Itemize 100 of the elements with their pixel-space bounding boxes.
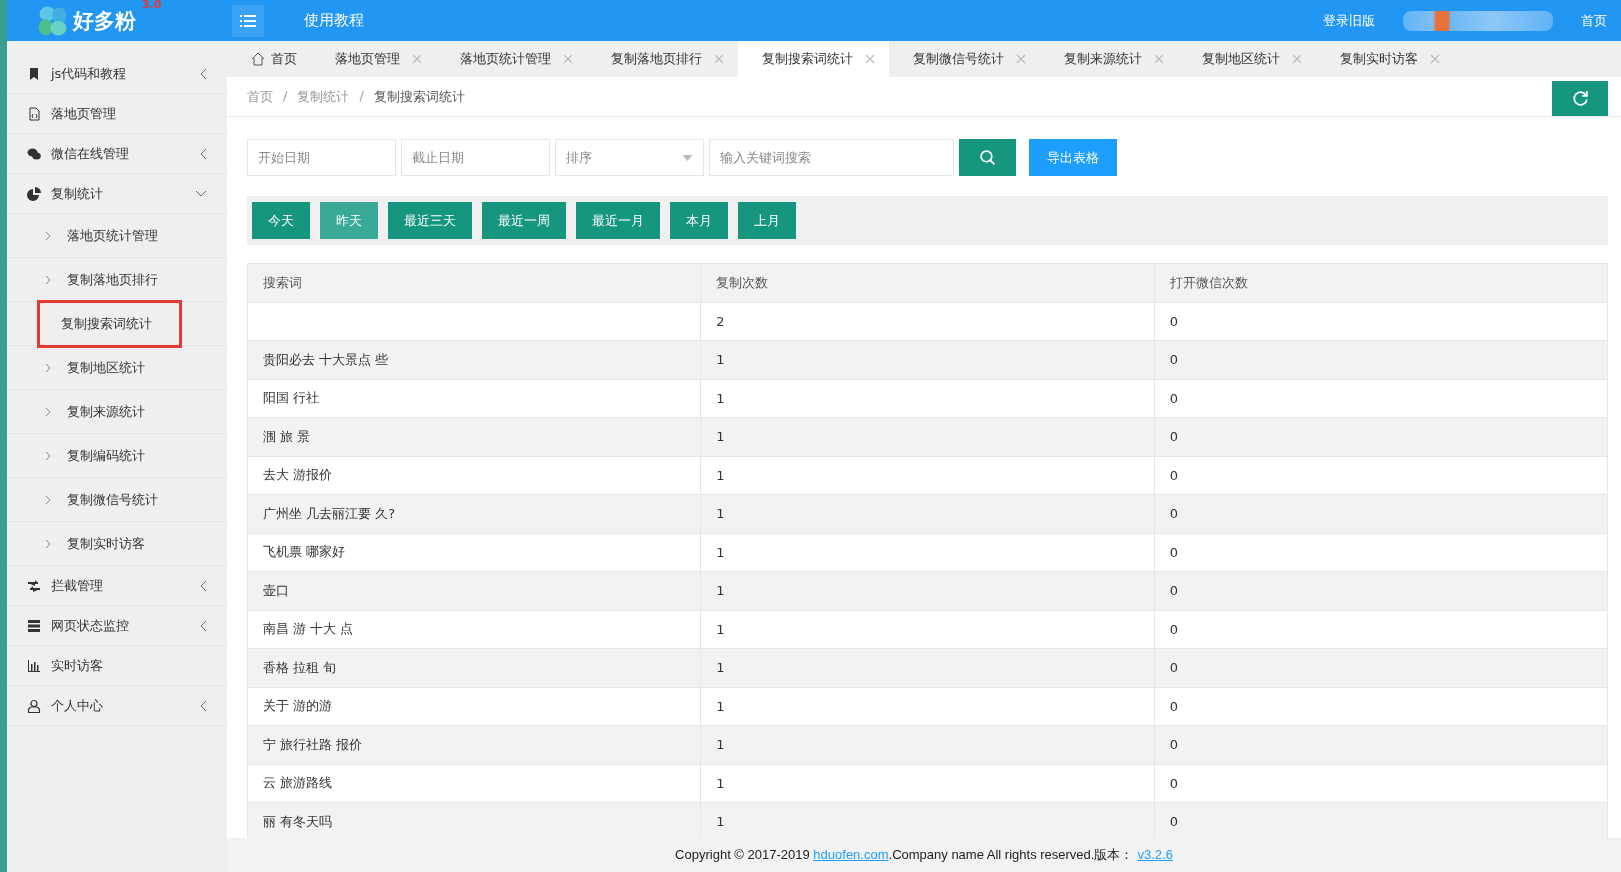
table-cell: 2 [700, 302, 1155, 341]
table-cell: 0 [1154, 764, 1608, 803]
table-cell: 1 [700, 648, 1155, 687]
tab[interactable]: 落地页统计管理 [436, 41, 587, 77]
chevron-right-icon [45, 362, 51, 373]
table-cell: 0 [1154, 494, 1608, 533]
home-icon [251, 52, 265, 66]
table-cell: 去大 游报价 [247, 456, 701, 495]
sidebar-subitem[interactable]: 复制地区统计 [37, 345, 155, 390]
table-cell: 1 [700, 456, 1155, 495]
table-cell: 1 [700, 571, 1155, 610]
column-header: 打开微信次数 [1154, 263, 1608, 302]
tab[interactable]: 落地页管理 [311, 41, 436, 77]
search-button[interactable] [959, 139, 1016, 176]
tab[interactable]: 复制实时访客 [1316, 41, 1454, 77]
arrows-icon [27, 578, 41, 593]
menu-icon [240, 14, 256, 27]
date-range-button[interactable]: 今天 [252, 202, 310, 239]
sidebar-subitem[interactable]: 复制微信号统计 [37, 477, 168, 522]
table-cell: 宁 旅行社路 报价 [247, 725, 701, 764]
table-cell: 1 [700, 610, 1155, 649]
chevron-right-icon [45, 274, 51, 285]
menu-button[interactable] [232, 4, 264, 37]
copyright-text: Copyright © 2017-2019 hduofen.com.Company name All rights reserved.版本： v3.2.6 [675, 846, 1173, 864]
table-cell: 涠 旅 景 [247, 417, 701, 456]
logo-text: 好多粉 [73, 7, 136, 35]
version-label: 3.0 [142, 0, 162, 11]
table-cell: 香格 拉租 旬 [247, 648, 701, 687]
table-cell: 0 [1154, 533, 1608, 572]
bookmark-icon [27, 67, 41, 81]
table-cell: 云 旅游路线 [247, 764, 701, 803]
sidebar-subitem[interactable]: 复制编码统计 [37, 433, 155, 478]
file-icon [27, 106, 41, 121]
close-icon[interactable] [714, 54, 724, 64]
close-icon[interactable] [412, 54, 422, 64]
keyword-search-field[interactable]: 输入关键词搜索 [709, 139, 954, 176]
breadcrumb-separator: / [359, 87, 364, 105]
start-date-field[interactable]: 开始日期 [247, 139, 396, 176]
search-icon [979, 149, 996, 166]
close-icon[interactable] [865, 54, 875, 64]
chevron-right-icon [45, 494, 51, 505]
date-range-button[interactable]: 最近一周 [482, 202, 566, 239]
table-cell: 飞机票 哪家好 [247, 533, 701, 572]
tab[interactable]: 复制搜索词统计 [738, 41, 889, 77]
pie-icon [27, 186, 41, 201]
table-cell: 广州坐 几去丽江要 久? [247, 494, 701, 533]
table-cell: 0 [1154, 610, 1608, 649]
sidebar-subitem[interactable]: 复制实时访客 [37, 521, 155, 566]
date-range-button[interactable]: 最近三天 [388, 202, 472, 239]
user-icon [27, 698, 41, 713]
tab[interactable]: 复制地区统计 [1178, 41, 1316, 77]
refresh-icon [1571, 89, 1589, 107]
sidebar-subitem[interactable]: 复制来源统计 [37, 389, 155, 434]
table-cell: 0 [1154, 571, 1608, 610]
table-cell: 壶口 [247, 571, 701, 610]
tab[interactable]: 复制来源统计 [1040, 41, 1178, 77]
chevron-right-icon [45, 538, 51, 549]
column-header: 搜索词 [247, 263, 701, 302]
refresh-button[interactable] [1552, 80, 1608, 116]
date-range-button[interactable]: 最近一月 [576, 202, 660, 239]
tab[interactable]: 复制微信号统计 [889, 41, 1040, 77]
sort-select[interactable]: 排序 [555, 139, 704, 176]
table-cell: 关于 游的游 [247, 687, 701, 726]
user-avatar[interactable] [1403, 10, 1553, 31]
wechat-icon [27, 146, 41, 161]
server-icon [27, 618, 41, 633]
table-cell: 0 [1154, 302, 1608, 341]
table-cell: 1 [700, 379, 1155, 418]
date-range-button[interactable]: 上月 [738, 202, 796, 239]
table-cell: 0 [1154, 340, 1608, 379]
table-cell: 1 [700, 494, 1155, 533]
table-cell: 0 [1154, 687, 1608, 726]
table-cell: 0 [1154, 417, 1608, 456]
date-range-button[interactable]: 本月 [670, 202, 728, 239]
sidebar-subitem[interactable]: 复制搜索词统计 [37, 299, 182, 348]
breadcrumb-separator: / [283, 87, 288, 105]
close-icon[interactable] [1016, 54, 1026, 64]
tab[interactable]: 复制落地页排行 [587, 41, 738, 77]
table-cell: 1 [700, 725, 1155, 764]
breadcrumb-link[interactable]: 复制搜索词统计 [373, 87, 465, 106]
table-cell: 1 [700, 533, 1155, 572]
table-cell: 0 [1154, 379, 1608, 418]
close-icon[interactable] [1430, 54, 1440, 64]
close-icon[interactable] [1154, 54, 1164, 64]
table-cell: 1 [700, 340, 1155, 379]
table-cell: 0 [1154, 648, 1608, 687]
chevron-right-icon [45, 450, 51, 461]
close-icon[interactable] [1292, 54, 1302, 64]
table-cell: 贵阳必去 十大景点 些 [247, 340, 701, 379]
table-cell: 0 [1154, 725, 1608, 764]
tab[interactable]: 首页 [227, 41, 311, 77]
caret-icon [682, 154, 693, 161]
close-icon[interactable] [563, 54, 573, 64]
sidebar-subitem[interactable]: 复制落地页排行 [37, 257, 168, 302]
table-cell: 1 [700, 764, 1155, 803]
end-date-field[interactable]: 截止日期 [401, 139, 550, 176]
table-cell: 南昌 游 十大 点 [247, 610, 701, 649]
table-cell: 0 [1154, 456, 1608, 495]
sidebar-subitem[interactable]: 落地页统计管理 [37, 213, 168, 258]
table-cell: 阳国 行社 [247, 379, 701, 418]
